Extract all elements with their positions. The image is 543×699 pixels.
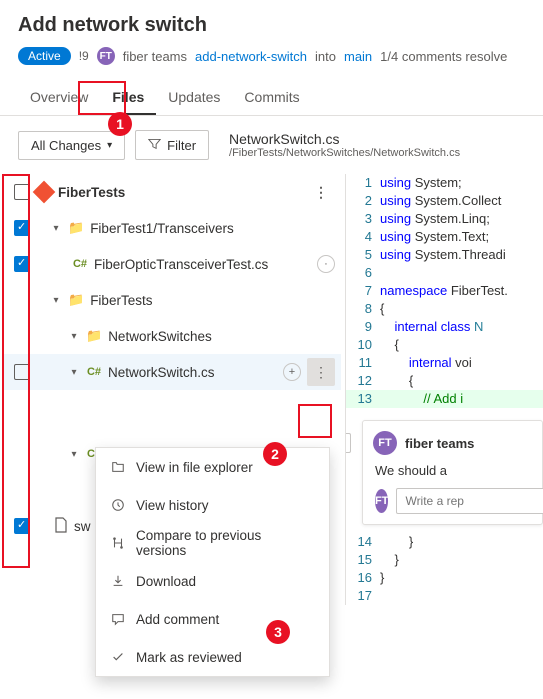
check-icon	[110, 650, 126, 664]
tree-folder1-label: FiberTest1/Transceivers	[90, 221, 335, 236]
close-comment-button[interactable]: ✕	[345, 433, 351, 453]
all-changes-label: All Changes	[31, 138, 101, 153]
tree-spacer	[4, 390, 341, 436]
diff-pill: ·	[317, 255, 335, 273]
tree-folder3-label: NetworkSwitches	[108, 329, 335, 344]
comment-card: ✕ FT fiber teams We should a FT	[362, 420, 543, 525]
page-title: Add network switch	[18, 14, 525, 37]
checkbox-file2[interactable]	[14, 364, 30, 380]
checkbox-file4[interactable]	[14, 518, 30, 534]
code-pane: 1using System; 2using System.Collect 3us…	[345, 174, 543, 605]
ctx-label: Add comment	[136, 612, 219, 627]
context-menu: View in file explorer View history Compa…	[95, 447, 330, 677]
comments-status: 1/4 comments resolve	[380, 49, 507, 64]
chevron-down-icon[interactable]: ▾	[68, 331, 80, 342]
folder-icon: 📁	[68, 220, 84, 236]
avatar[interactable]: FT	[375, 489, 388, 513]
git-icon	[33, 181, 56, 204]
tree-file-networkswitch[interactable]: ▾ C# NetworkSwitch.cs + ⋮	[4, 354, 341, 390]
reply-input[interactable]	[396, 488, 543, 514]
source-branch-link[interactable]: add-network-switch	[195, 49, 307, 64]
csharp-icon: C#	[86, 366, 102, 378]
ctx-label: View history	[136, 498, 209, 513]
file-path-sub: /FiberTests/NetworkSwitches/NetworkSwitc…	[229, 147, 460, 159]
status-badge: Active	[18, 47, 71, 65]
ctx-view-explorer[interactable]: View in file explorer	[96, 448, 329, 486]
comment-icon	[110, 612, 126, 626]
comment-author: fiber teams	[405, 436, 474, 451]
more-button-root[interactable]: ⋮	[307, 178, 335, 206]
filter-button[interactable]: Filter	[135, 130, 209, 160]
ctx-view-history[interactable]: View history	[96, 486, 329, 524]
chevron-down-icon[interactable]: ▾	[50, 223, 62, 234]
tree-root-label: FiberTests	[58, 185, 301, 200]
compare-icon	[110, 536, 126, 550]
chevron-down-icon[interactable]: ▾	[68, 449, 80, 460]
tree-folder-fibertests[interactable]: ▾ 📁 FiberTests	[4, 282, 341, 318]
avatar[interactable]: FT	[97, 47, 115, 65]
checkbox-file1[interactable]	[14, 256, 30, 272]
comment-body: We should a	[375, 463, 530, 478]
folder-open-icon	[110, 460, 126, 474]
tree-folder-transceivers[interactable]: ▾ 📁 FiberTest1/Transceivers	[4, 210, 341, 246]
chevron-down-icon: ▾	[107, 140, 112, 151]
ctx-add-comment[interactable]: Add comment	[96, 600, 329, 638]
tree-folder2-label: FiberTests	[90, 293, 335, 308]
filter-icon	[148, 137, 161, 153]
target-branch-link[interactable]: main	[344, 49, 372, 64]
tab-commits[interactable]: Commits	[232, 79, 311, 115]
more-button-file[interactable]: ⋮	[307, 358, 335, 386]
checkbox-root[interactable]	[14, 184, 30, 200]
ctx-label: Mark as reviewed	[136, 650, 242, 665]
meta-row: Active !9 FT fiber teams add-network-swi…	[18, 47, 525, 65]
filter-label: Filter	[167, 138, 196, 153]
tab-files[interactable]: Files	[100, 79, 156, 115]
diff-pill-added: +	[283, 363, 301, 381]
tree-file1-label: FiberOpticTransceiverTest.cs	[94, 257, 311, 272]
tree-file2-label: NetworkSwitch.cs	[108, 365, 277, 380]
folder-icon: 📁	[68, 292, 84, 308]
folder-icon: 📁	[86, 328, 102, 344]
tree-folder-networkswitches[interactable]: ▾ 📁 NetworkSwitches	[4, 318, 341, 354]
into-label: into	[315, 49, 336, 64]
tab-updates[interactable]: Updates	[156, 79, 232, 115]
chevron-down-icon[interactable]: ▾	[68, 367, 80, 378]
ctx-mark-reviewed[interactable]: Mark as reviewed	[96, 638, 329, 676]
ctx-label: Download	[136, 574, 196, 589]
ctx-label: View in file explorer	[136, 460, 253, 475]
tree-root[interactable]: FiberTests ⋮	[4, 174, 341, 210]
ctx-download[interactable]: Download	[96, 562, 329, 600]
download-icon	[110, 574, 126, 588]
file-path-title: NetworkSwitch.cs	[229, 131, 460, 147]
checkbox-folder1[interactable]	[14, 220, 30, 236]
avatar[interactable]: FT	[373, 431, 397, 455]
history-icon	[110, 498, 126, 512]
file-icon	[54, 517, 68, 536]
author-name: fiber teams	[123, 49, 187, 64]
ctx-label: Compare to previous versions	[136, 528, 315, 558]
pr-id: !9	[79, 49, 89, 63]
csharp-icon: C#	[72, 258, 88, 270]
tab-overview[interactable]: Overview	[18, 79, 100, 115]
tree-file-transceiver-test[interactable]: C# FiberOpticTransceiverTest.cs ·	[4, 246, 341, 282]
ctx-compare[interactable]: Compare to previous versions	[96, 524, 329, 562]
chevron-down-icon[interactable]: ▾	[50, 295, 62, 306]
all-changes-dropdown[interactable]: All Changes ▾	[18, 131, 125, 160]
